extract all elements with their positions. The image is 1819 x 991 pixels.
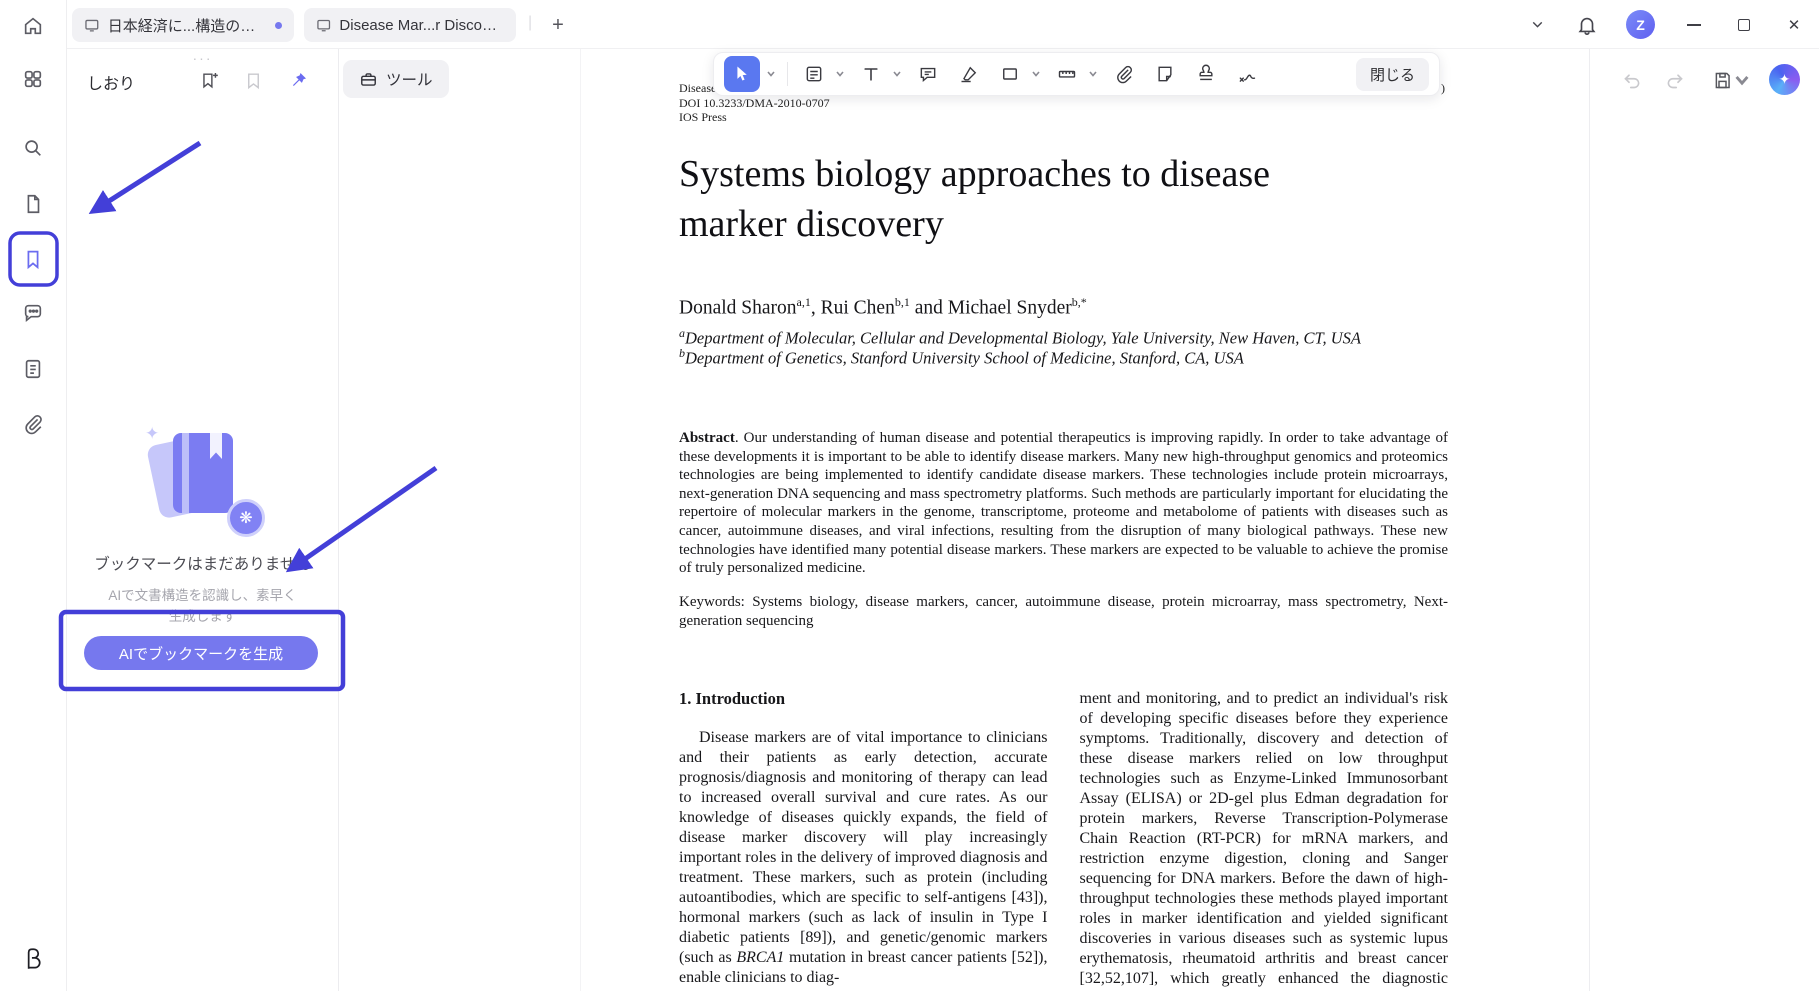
redo-icon[interactable]	[1659, 65, 1689, 95]
unsaved-dot	[275, 21, 282, 29]
body-column-right: ment and monitoring, and to predict an i…	[1080, 689, 1449, 991]
page-layout-chevron-icon[interactable]	[834, 59, 845, 89]
right-panel: ✦	[1589, 49, 1819, 991]
doi-line: DOI 10.3233/DMA-2010-0707	[679, 96, 830, 110]
tab-page-icon	[85, 19, 99, 32]
empty-state-subtitle-line2: 生成します	[168, 609, 237, 624]
close-window-button[interactable]: ✕	[1783, 14, 1805, 36]
left-icon-rail	[0, 0, 67, 991]
close-toolbar-button[interactable]: 閉じる	[1355, 57, 1429, 91]
text-tool-icon[interactable]	[856, 59, 886, 89]
text-tool-chevron-icon[interactable]	[891, 59, 902, 89]
bookmarks-panel: ··· しおり ✦ ❋ ブックマークはまだありません AIで文書構造を認識し、素…	[67, 49, 339, 991]
ai-assistant-icon[interactable]: ✦	[1769, 64, 1800, 95]
comments-icon[interactable]	[12, 292, 54, 334]
empty-state-title: ブックマークはまだありません	[94, 556, 311, 573]
panel-drag-handle[interactable]: ···	[67, 51, 338, 65]
add-bookmark-icon[interactable]	[196, 67, 222, 93]
body-column-left: 1. Introduction Disease markers are of v…	[679, 689, 1048, 991]
select-tool-icon[interactable]	[724, 56, 760, 92]
body-paragraph: ment and monitoring, and to predict an i…	[1079, 690, 1449, 991]
body-paragraph: Disease markers are of vital importance …	[679, 729, 1048, 986]
attachments-icon[interactable]	[12, 403, 54, 445]
tab-page-icon	[317, 19, 331, 32]
ai-badge-icon: ❋	[227, 499, 265, 537]
chevron-down-icon[interactable]	[1526, 14, 1548, 36]
signature-icon[interactable]	[1232, 59, 1262, 89]
tools-button-label: ツール	[386, 72, 433, 89]
measure-tool-icon[interactable]	[1052, 59, 1082, 89]
stamp-icon[interactable]	[1191, 59, 1221, 89]
tab-separator: |	[528, 14, 533, 31]
tab-document-1[interactable]: 日本経済に...構造の変化	[72, 8, 294, 42]
affiliation-b: bDepartment of Genetics, Stanford Univer…	[679, 346, 1244, 368]
paper-authors: Donald Sharona,1, Rui Chenb,1 and Michae…	[679, 295, 1087, 319]
tools-button[interactable]: ツール	[343, 60, 449, 98]
generate-bookmarks-ai-button[interactable]: AIでブックマークを生成	[84, 636, 318, 670]
toolbox-icon	[361, 72, 376, 86]
bell-icon[interactable]	[1576, 14, 1598, 36]
panel-title: しおり	[87, 76, 136, 93]
user-avatar[interactable]: Z	[1626, 10, 1655, 39]
bookmarks-empty-illustration: ✦ ❋	[143, 424, 265, 537]
paper-keywords: Keywords: Systems biology, disease marke…	[679, 594, 1448, 629]
comment-tool-icon[interactable]	[913, 59, 943, 89]
paper-title: Systems biology approaches to disease mar…	[679, 153, 1271, 245]
highlighter-icon[interactable]	[954, 59, 984, 89]
section-heading: 1. Introduction	[679, 689, 786, 708]
two-column-body: 1. Introduction Disease markers are of v…	[679, 689, 1448, 991]
attach-file-icon[interactable]	[1109, 59, 1139, 89]
title-bar: 日本経済に...構造の変化 Disease Mar...r Discovery …	[67, 0, 1819, 49]
pdf-viewer[interactable]: Disease Mar DOI 10.3233/DMA-2010-0707 IO…	[580, 49, 1589, 991]
select-tool-chevron-icon[interactable]	[765, 59, 776, 89]
apps-grid-icon[interactable]	[12, 58, 54, 100]
bookmarks-icon[interactable]	[12, 238, 54, 280]
sticker-icon[interactable]	[1150, 59, 1180, 89]
paper-abstract: Abstract. Our understanding of human dis…	[679, 430, 1448, 577]
maximize-button[interactable]	[1733, 14, 1755, 36]
minimize-button[interactable]	[1683, 14, 1705, 36]
titlebar-right-controls: Z ✕	[1526, 0, 1805, 49]
page-layout-icon[interactable]	[799, 59, 829, 89]
tab-document-2[interactable]: Disease Mar...r Discovery	[304, 8, 516, 42]
bookmark-outline-icon[interactable]	[240, 67, 266, 93]
undo-icon[interactable]	[1617, 65, 1647, 95]
publisher-line: IOS Press	[679, 110, 727, 124]
empty-state-subtitle-line1: AIで文書構造を認識し、素早く	[108, 588, 297, 603]
tools-column: ツール	[339, 49, 580, 991]
measure-tool-chevron-icon[interactable]	[1087, 59, 1098, 89]
file-text-icon[interactable]	[12, 348, 54, 390]
sparkle-icon: ✦	[145, 424, 160, 443]
new-tab-button[interactable]: +	[545, 12, 571, 38]
shape-tool-icon[interactable]	[995, 59, 1025, 89]
shape-tool-chevron-icon[interactable]	[1030, 59, 1041, 89]
tab-label: Disease Mar...r Discovery	[339, 16, 504, 34]
home-icon[interactable]	[12, 5, 54, 47]
page-thumbnails-icon[interactable]	[12, 183, 54, 225]
pin-icon[interactable]	[285, 67, 311, 93]
toolbar-divider	[787, 62, 788, 86]
app-window: 日本経済に...構造の変化 Disease Mar...r Discovery …	[0, 0, 1819, 991]
ribbon-bookmark-shape	[210, 433, 222, 459]
tab-label: 日本経済に...構造の変化	[107, 17, 267, 35]
save-chevron-icon[interactable]	[1733, 65, 1751, 95]
brand-logo-icon	[15, 941, 51, 977]
header-fragment: )	[1441, 81, 1445, 95]
search-icon[interactable]	[12, 127, 54, 169]
annotation-toolbar: 閉じる	[713, 52, 1440, 96]
